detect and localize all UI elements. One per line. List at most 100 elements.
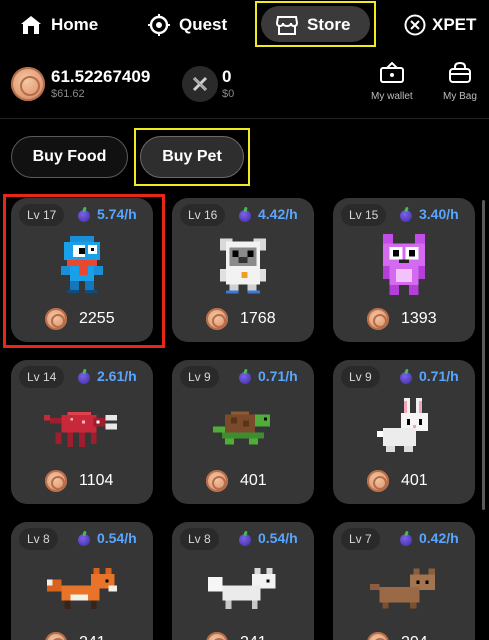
- pet-level: Lv 9: [180, 366, 219, 388]
- brown-cat-pet-icon: [333, 556, 475, 624]
- scrollbar[interactable]: [482, 200, 485, 510]
- coin-icon: [367, 308, 389, 330]
- pet-card[interactable]: Lv 9 0.71/h 401: [333, 360, 475, 504]
- pet-level: Lv 16: [180, 204, 226, 226]
- pet-card-header: Lv 15 3.40/h: [333, 198, 475, 230]
- pet-rate-value: 2.61/h: [97, 368, 137, 384]
- coin-icon: [11, 67, 45, 101]
- berry-icon: [77, 369, 91, 384]
- nav-home-label: Home: [51, 15, 99, 34]
- pet-level: Lv 8: [180, 528, 219, 550]
- pet-price-value: 241: [79, 634, 106, 640]
- pet-rate: 0.71/h: [399, 364, 459, 388]
- store-icon: [276, 15, 298, 35]
- coin-icon: [206, 308, 228, 330]
- pet-price: 1393: [367, 306, 437, 332]
- pet-level: Lv 9: [341, 366, 380, 388]
- pet-card-header: Lv 14 2.61/h: [11, 360, 153, 392]
- pet-price: 1104: [45, 468, 113, 494]
- purple-cat-pet-icon: [333, 232, 475, 300]
- my-wallet-button[interactable]: My wallet: [371, 61, 413, 102]
- berry-icon: [77, 531, 91, 546]
- white-fox-pet-icon: [172, 556, 314, 624]
- wallet-icon: [379, 61, 405, 87]
- nav-quest-label: Quest: [179, 15, 228, 34]
- my-bag-button[interactable]: My Bag: [443, 61, 477, 102]
- coin-icon: [206, 632, 228, 640]
- my-bag-label: My Bag: [443, 91, 477, 102]
- tab-buy-food[interactable]: Buy Food: [11, 136, 128, 178]
- tab-buy-pet[interactable]: Buy Pet: [140, 136, 244, 178]
- pet-card-header: Lv 9 0.71/h: [333, 360, 475, 392]
- pet-level: Lv 7: [341, 528, 380, 550]
- pet-price-value: 1393: [401, 310, 437, 327]
- nav-quest[interactable]: Quest: [148, 8, 227, 42]
- pet-level: Lv 15: [341, 204, 387, 226]
- pet-rate-value: 0.71/h: [419, 368, 459, 384]
- pet-card[interactable]: Lv 14 2.61/h 1104: [11, 360, 153, 504]
- pet-rate: 3.40/h: [399, 202, 459, 226]
- pet-rate: 0.54/h: [77, 526, 137, 550]
- pet-price-value: 1104: [79, 472, 114, 489]
- pet-price: 1768: [206, 306, 276, 332]
- coin-icon: [45, 632, 67, 640]
- my-wallet-label: My wallet: [371, 91, 413, 102]
- pet-price-value: 241: [240, 634, 267, 640]
- pet-card[interactable]: Lv 8 0.54/h 241: [172, 522, 314, 640]
- coin-icon: [367, 632, 389, 640]
- pet-price: 241: [45, 630, 106, 640]
- pet-rate-value: 0.42/h: [419, 530, 459, 546]
- berry-icon: [399, 207, 413, 222]
- pet-rate-value: 0.54/h: [97, 530, 137, 546]
- berry-icon: [238, 531, 252, 546]
- pet-rate-value: 3.40/h: [419, 206, 459, 222]
- nav-store-label: Store: [307, 15, 351, 34]
- pet-price-value: 204: [401, 634, 428, 640]
- x-token-icon: [182, 66, 218, 102]
- pet-level: Lv 8: [19, 528, 58, 550]
- bag-icon: [448, 61, 472, 87]
- coin-icon: [45, 470, 67, 492]
- pet-level: Lv 14: [19, 366, 65, 388]
- selected-pet-frame: [3, 194, 165, 348]
- berry-icon: [238, 207, 252, 222]
- pet-card[interactable]: Lv 9 0.71/h 401: [172, 360, 314, 504]
- nav-xpet-label: XPET: [432, 15, 477, 34]
- home-icon: [20, 15, 42, 35]
- top-nav: Home Quest Store XPET: [0, 0, 489, 50]
- target-icon: [148, 14, 170, 36]
- pet-rate-value: 0.71/h: [258, 368, 298, 384]
- pet-card[interactable]: Lv 8 0.54/h 241: [11, 522, 153, 640]
- pet-card-header: Lv 8 0.54/h: [172, 522, 314, 554]
- pet-card-header: Lv 7 0.42/h: [333, 522, 475, 554]
- pet-rate: 2.61/h: [77, 364, 137, 388]
- astronaut-koala-pet-icon: [172, 232, 314, 300]
- berry-icon: [238, 369, 252, 384]
- pet-rate: 4.42/h: [238, 202, 298, 226]
- berry-icon: [399, 369, 413, 384]
- pet-rate: 0.54/h: [238, 526, 298, 550]
- red-fox-pet-icon: [11, 556, 153, 624]
- pet-card-header: Lv 9 0.71/h: [172, 360, 314, 392]
- pet-price-value: 401: [240, 472, 267, 489]
- pet-rate-value: 4.42/h: [258, 206, 298, 222]
- pet-card[interactable]: Lv 7 0.42/h 204: [333, 522, 475, 640]
- xpet-logo-icon: [404, 14, 426, 36]
- pet-price-value: 401: [401, 472, 428, 489]
- berry-icon: [399, 531, 413, 546]
- white-rabbit-pet-icon: [333, 394, 475, 462]
- pet-price: 401: [206, 468, 267, 494]
- red-crab-pet-icon: [11, 394, 153, 462]
- pet-card[interactable]: Lv 16 4.42/h 1768: [172, 198, 314, 342]
- pet-price-value: 1768: [240, 310, 276, 327]
- nav-home[interactable]: Home: [20, 8, 98, 42]
- pet-card[interactable]: Lv 15 3.40/h 1393: [333, 198, 475, 342]
- pet-rate-value: 0.54/h: [258, 530, 298, 546]
- nav-store[interactable]: Store: [276, 8, 350, 42]
- pet-card-header: Lv 16 4.42/h: [172, 198, 314, 230]
- pet-card-header: Lv 8 0.54/h: [11, 522, 153, 554]
- header-divider: [0, 118, 489, 119]
- nav-xpet[interactable]: XPET: [404, 8, 476, 42]
- pet-price: 204: [367, 630, 428, 640]
- coin-balance: 61.52267409: [51, 67, 151, 86]
